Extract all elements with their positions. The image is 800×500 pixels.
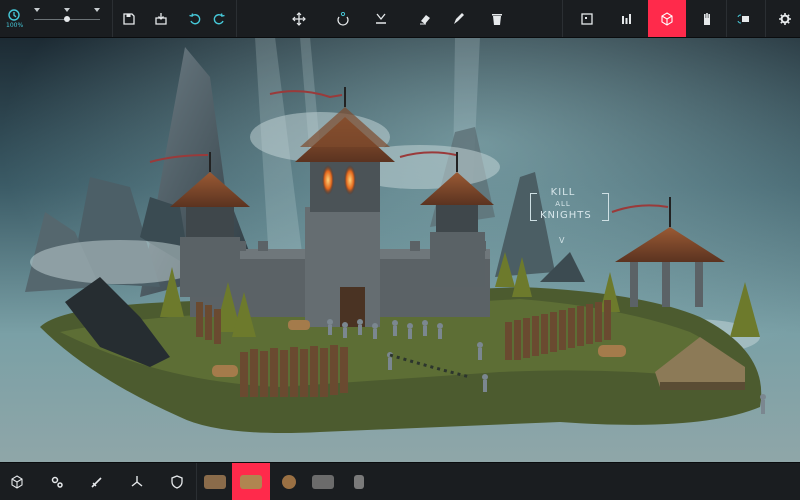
game-window: 100% KILL ALL KNIGHTS V xyxy=(0,0,800,500)
objective-bracket-right xyxy=(602,193,609,221)
item-log[interactable] xyxy=(232,463,270,500)
delete-tool-button[interactable] xyxy=(486,0,508,37)
bottom-toolbar xyxy=(0,462,800,500)
shield-icon xyxy=(171,475,183,489)
category-mechanical-button[interactable] xyxy=(46,463,68,500)
save-button[interactable] xyxy=(118,0,140,37)
drop-tool-button[interactable] xyxy=(370,0,392,37)
stats-view-button[interactable] xyxy=(608,0,646,37)
speed-label: 100% xyxy=(6,22,24,29)
wheel-icon xyxy=(282,475,296,489)
paint-tool-button[interactable] xyxy=(414,0,436,37)
edit-tool-button[interactable] xyxy=(448,0,470,37)
castle-scene xyxy=(0,37,800,462)
move-arrows-icon xyxy=(292,11,306,26)
game-viewport[interactable] xyxy=(0,37,800,462)
item-cannon[interactable] xyxy=(204,463,226,500)
trash-icon xyxy=(492,13,502,25)
eraser-icon xyxy=(420,14,430,24)
cube-icon xyxy=(661,11,673,26)
map-frame-icon xyxy=(581,12,593,25)
hand-icon xyxy=(704,12,710,25)
clock-icon xyxy=(8,8,20,21)
objective-bracket-left xyxy=(530,193,537,221)
redo-icon xyxy=(213,12,225,24)
hand-view-button[interactable] xyxy=(688,0,726,37)
settings-button[interactable] xyxy=(770,0,800,37)
drop-to-ground-icon xyxy=(376,13,386,24)
units-view-button[interactable] xyxy=(648,0,686,37)
spring-icon xyxy=(354,475,364,489)
bar-chart-icon xyxy=(622,13,631,24)
gears-icon xyxy=(51,476,63,488)
move-tool-button[interactable] xyxy=(288,0,310,37)
load-button[interactable] xyxy=(150,0,172,37)
load-icon xyxy=(155,12,167,25)
log-icon xyxy=(240,475,262,489)
redo-button[interactable] xyxy=(208,0,230,37)
map-view-button[interactable] xyxy=(568,0,606,37)
category-armour-button[interactable] xyxy=(166,463,188,500)
cube-icon xyxy=(11,475,23,489)
category-weaponry-button[interactable] xyxy=(86,463,108,500)
rotate-tool-button[interactable] xyxy=(332,0,354,37)
time-speed-button[interactable] xyxy=(0,0,28,37)
speed-slider[interactable] xyxy=(34,8,104,30)
camera-swap-icon xyxy=(737,13,749,24)
save-icon xyxy=(123,12,135,25)
objective-line-1: KILL xyxy=(550,187,576,198)
speed-slider-knob[interactable] xyxy=(64,16,70,22)
pen-icon xyxy=(454,12,464,24)
camera-button[interactable] xyxy=(730,0,758,37)
objective-sign: KILL ALL KNIGHTS xyxy=(540,187,592,221)
objective-line-2: ALL xyxy=(555,200,571,208)
objective-line-3: KNIGHTS xyxy=(540,210,592,221)
undo-icon xyxy=(189,12,201,24)
item-boulder[interactable] xyxy=(312,463,334,500)
objective-arrow: V xyxy=(559,236,565,245)
category-flight-button[interactable] xyxy=(126,463,148,500)
gear-icon xyxy=(779,12,791,25)
rotate-icon xyxy=(337,11,349,26)
undo-button[interactable] xyxy=(184,0,206,37)
item-spring[interactable] xyxy=(348,463,370,500)
category-blocks-button[interactable] xyxy=(6,463,28,500)
item-wheel[interactable] xyxy=(278,463,300,500)
propeller-icon xyxy=(131,476,143,487)
sword-icon xyxy=(91,477,102,488)
cannon-icon xyxy=(204,475,226,489)
boulder-icon xyxy=(312,475,334,489)
top-toolbar: 100% xyxy=(0,0,800,38)
